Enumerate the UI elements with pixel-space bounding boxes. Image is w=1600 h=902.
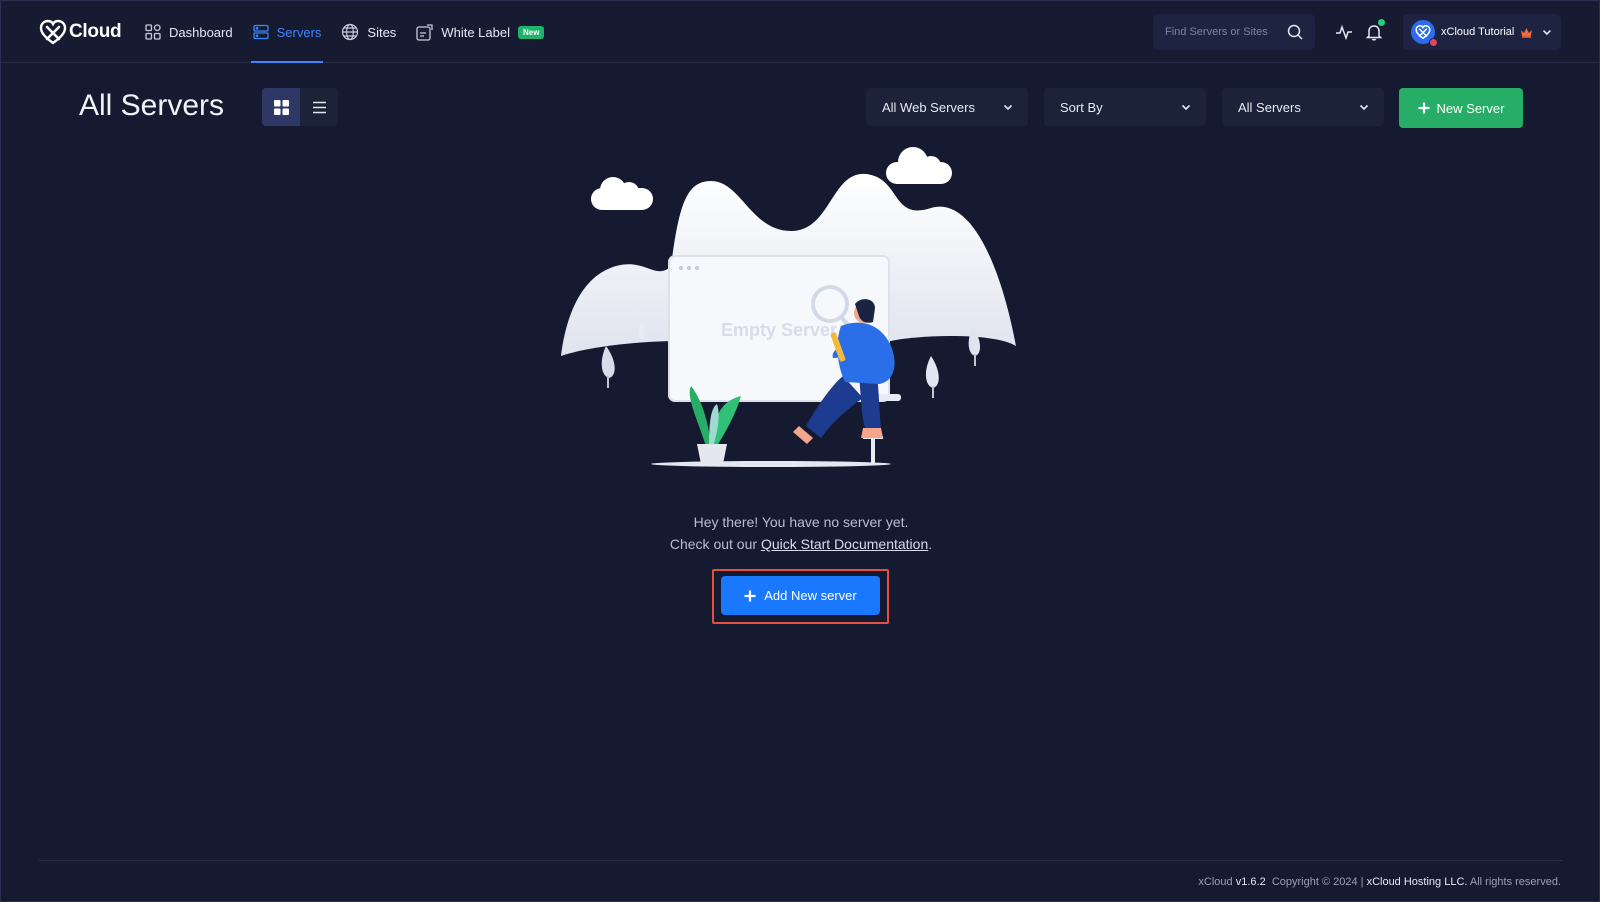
list-view-button[interactable] [300, 88, 338, 126]
footer: xCloud v1.6.2 Copyright © 2024 | xCloud … [1198, 876, 1561, 888]
search-input[interactable] [1165, 26, 1285, 38]
server-filter-value: All Servers [1238, 99, 1301, 115]
sort-by-select[interactable]: Sort By [1044, 88, 1206, 126]
web-server-filter-value: All Web Servers [882, 99, 975, 115]
footer-company: xCloud Hosting LLC. [1366, 876, 1468, 888]
view-toggle [262, 88, 338, 126]
crown-icon [1521, 27, 1533, 38]
activity-icon[interactable] [1334, 22, 1354, 42]
servers-icon [252, 24, 269, 40]
avatar-status-dot [1429, 38, 1438, 47]
main-nav: Dashboard Servers Sites White Label New [143, 1, 562, 63]
footer-version: v1.6.2 [1235, 876, 1266, 888]
page-title: All Servers [79, 89, 225, 122]
account-name: xCloud Tutorial [1441, 26, 1515, 38]
nav-label-dashboard: Dashboard [169, 24, 233, 40]
empty-server-illustration: Empty Server [561, 147, 1016, 467]
nav-item-servers[interactable]: Servers [250, 1, 324, 63]
grid-view-button[interactable] [262, 88, 300, 126]
add-new-server-label: Add New server [764, 588, 857, 603]
nav-label-white-label: White Label [441, 24, 510, 40]
grid-icon [273, 99, 289, 115]
app-window: Cloud Dashboard Servers Sites White Labe… [0, 0, 1600, 902]
cloud-right [886, 147, 952, 184]
empty-state-prefix: Check out our [669, 536, 761, 552]
add-new-server-button[interactable]: Add New server [721, 576, 880, 615]
list-icon [312, 101, 326, 113]
avatar [1411, 20, 1438, 47]
white-label-icon [416, 23, 433, 41]
new-server-label: New Server [1436, 100, 1505, 116]
logo[interactable]: Cloud [39, 17, 122, 47]
sort-by-value: Sort By [1060, 99, 1103, 115]
new-server-button[interactable]: New Server [1399, 88, 1523, 128]
tree-left [601, 346, 615, 388]
cloud-left [591, 177, 653, 210]
nav-label-servers: Servers [276, 24, 322, 40]
search-box[interactable] [1153, 14, 1315, 50]
nav-label-sites: Sites [367, 24, 397, 40]
chevron-down-icon [1543, 29, 1552, 36]
tree-right [925, 356, 939, 398]
nav-item-dashboard[interactable]: Dashboard [143, 1, 235, 63]
quick-start-docs-link[interactable]: Quick Start Documentation [761, 536, 928, 552]
chevron-down-icon [1181, 104, 1191, 111]
footer-rights: All rights reserved. [1469, 876, 1561, 888]
nav-item-sites[interactable]: Sites [339, 1, 398, 63]
footer-divider [39, 860, 1563, 861]
dashboard-icon [145, 24, 161, 40]
server-filter[interactable]: All Servers [1222, 88, 1384, 126]
empty-state-suffix: . [928, 536, 933, 552]
top-navbar: Cloud Dashboard Servers Sites White Labe… [1, 1, 1599, 63]
plus-icon [744, 590, 756, 601]
illustration-text: Empty Server [721, 320, 837, 340]
notification-indicator [1378, 19, 1385, 26]
empty-state-line-2: Check out our Quick Start Documentation. [601, 533, 1001, 555]
chevron-down-icon [1003, 104, 1013, 111]
xcloud-avatar-icon [1415, 24, 1431, 40]
web-server-filter[interactable]: All Web Servers [866, 88, 1028, 126]
plus-icon [1418, 102, 1430, 114]
globe-icon [342, 23, 359, 41]
xcloud-logo-icon [39, 19, 67, 45]
footer-brand: xCloud [1198, 876, 1233, 888]
footer-copyright: Copyright © 2024 | [1271, 876, 1364, 888]
search-icon[interactable] [1287, 24, 1303, 40]
new-badge: New [517, 25, 545, 39]
chevron-down-icon [1359, 104, 1369, 111]
nav-item-white-label[interactable]: White Label New [414, 1, 546, 63]
empty-state-line-1: Hey there! You have no server yet. [693, 514, 909, 530]
empty-state-message: Hey there! You have no server yet. Check… [601, 511, 1001, 555]
account-menu[interactable]: xCloud Tutorial [1403, 14, 1561, 50]
logo-text: Cloud [69, 21, 122, 42]
